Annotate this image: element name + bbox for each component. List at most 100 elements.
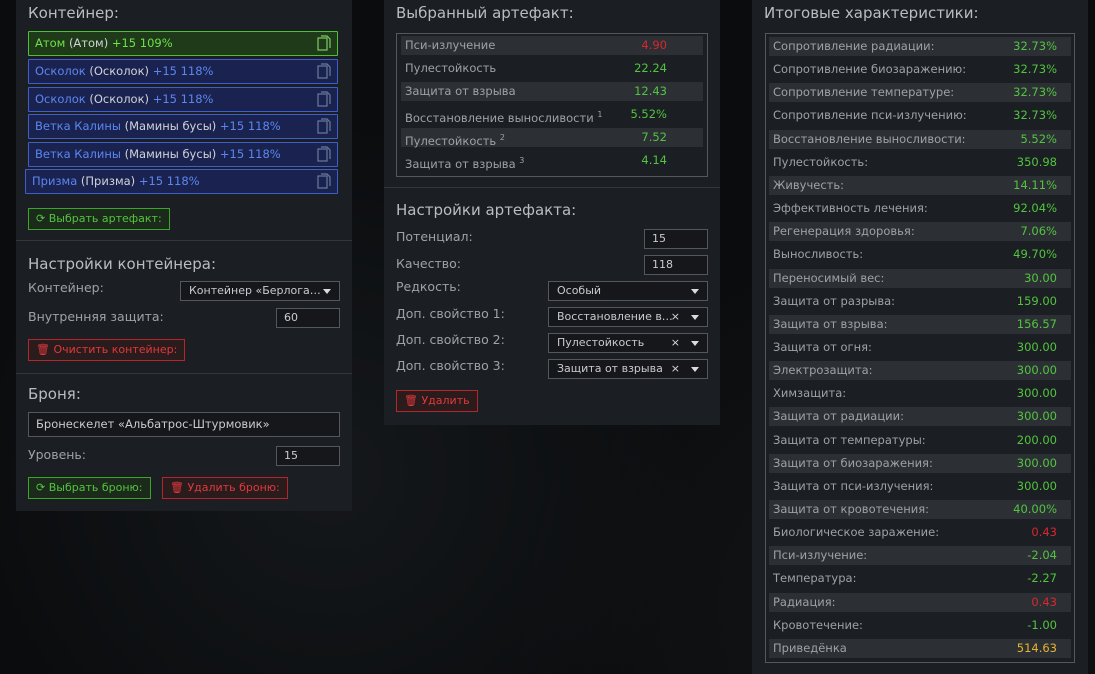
stat-value: 300.00	[1016, 455, 1057, 470]
stat-value: 30.00	[1024, 270, 1057, 285]
total-stat-row: Переносимый вес: 30.00	[769, 268, 1071, 288]
copy-icon[interactable]	[317, 118, 331, 134]
stat-label: Приведёнка	[773, 640, 847, 655]
total-stat-row: Защита от радиации: 300.00	[769, 407, 1071, 427]
copy-icon[interactable]	[317, 173, 331, 189]
stat-value: 4.14	[641, 153, 667, 167]
stat-value: -1.00	[1027, 617, 1057, 632]
total-stat-row: Сопротивление биозаражению: 32.73%	[769, 60, 1071, 79]
total-stat-row: Приведёнка 514.63	[769, 638, 1071, 658]
stat-value: 4.90	[641, 38, 667, 52]
chevron-down-icon	[691, 341, 699, 346]
stat-value: 300.00	[1016, 409, 1057, 424]
extra3-select[interactable]: Защита от взрыва ×	[548, 359, 708, 379]
clear-icon[interactable]: ×	[671, 308, 680, 326]
rarity-label: Редкость:	[396, 279, 461, 294]
stat-label: Защита от огня:	[773, 339, 872, 354]
totals-panel: Итоговые характеристики: Сопротивление р…	[752, 0, 1088, 674]
extra1-select[interactable]: Восстановление в… ×	[548, 307, 708, 327]
artifact-stat-row: Пулестойкость 22.24	[401, 59, 703, 78]
chevron-down-icon	[323, 289, 331, 294]
inner-protection-input[interactable]: 60	[276, 308, 340, 328]
stat-label: Защита от разрыва:	[773, 293, 896, 308]
rarity-select[interactable]: Особый	[548, 281, 708, 301]
stat-value: 32.73%	[1013, 39, 1057, 53]
slot-level: +15 118%	[219, 147, 281, 161]
stat-label: Защита от радиации:	[773, 409, 904, 424]
armor-name-field[interactable]: Бронескелет «Альбатрос-Штурмовик»	[28, 412, 340, 437]
artifact-stat-row: Пулестойкость 2 7.52	[401, 128, 703, 148]
artifact-stat-row: Восстановление выносливости 1 5.52%	[401, 105, 703, 125]
clear-icon[interactable]: ×	[671, 360, 680, 378]
artifact-slot[interactable]: Осколок (Осколок) +15 118%	[28, 87, 338, 112]
slot-name: Ветка Калины	[35, 147, 121, 161]
stat-label: Пулестойкость:	[773, 154, 869, 169]
stat-label: Восстановление выносливости:	[773, 131, 966, 146]
stat-label: Сопротивление биозаражению:	[773, 62, 967, 77]
container-select[interactable]: Контейнер «Берлога…	[180, 281, 340, 301]
stat-value: 159.00	[1016, 293, 1057, 308]
slot-level: +15 118%	[152, 64, 214, 78]
delete-artifact-button[interactable]: 🗑 Удалить	[396, 390, 478, 412]
total-stat-row: Восстановление выносливости: 5.52%	[769, 129, 1071, 149]
artifact-stat-row: Защита от взрыва 3 4.14	[401, 151, 703, 171]
stat-value: 514.63	[1016, 640, 1057, 655]
total-stat-row: Радиация: 0.43	[769, 592, 1071, 612]
slot-name: Атом	[35, 36, 66, 50]
clear-container-button[interactable]: 🗑 Очистить контейнер:	[28, 339, 186, 361]
stat-value: 5.52%	[630, 107, 667, 121]
artifact-slot[interactable]: Осколок (Осколок) +15 118%	[28, 59, 338, 84]
stat-label: Химзащита:	[773, 386, 847, 401]
stat-value: 32.73%	[1013, 108, 1057, 123]
stat-label: Сопротивление температуре:	[773, 85, 955, 100]
stat-label: Эффективность лечения:	[773, 201, 928, 216]
stat-value: 0.43	[1031, 594, 1057, 609]
stat-label: Температура:	[773, 571, 857, 586]
copy-icon[interactable]	[317, 63, 331, 79]
slot-sub: (Мамины бусы)	[124, 147, 217, 161]
stat-label: Восстановление выносливости 1	[405, 110, 603, 125]
slot-sub: (Атом)	[68, 36, 109, 50]
artifact-slot[interactable]: Призма (Призма) +15 118%	[25, 169, 338, 194]
copy-icon[interactable]	[317, 91, 331, 107]
stat-label: Пулестойкость 2	[405, 133, 505, 148]
stat-value: 49.70%	[1013, 247, 1057, 262]
quality-input[interactable]: 118	[644, 255, 708, 275]
clear-icon[interactable]: ×	[671, 334, 680, 352]
artifact-slot[interactable]: Атом (Атом) +15 109%	[28, 31, 338, 56]
stat-label: Выносливость:	[773, 247, 864, 262]
choose-artifact-button[interactable]: ⟳ Выбрать артефакт:	[28, 208, 170, 230]
stat-label: Электрозащита:	[773, 363, 873, 378]
stat-label: Защита от биозаражения:	[773, 455, 933, 470]
armor-level-input[interactable]: 15	[276, 446, 340, 466]
total-stat-row: Пси-излучение: -2.04	[769, 546, 1071, 566]
stat-label: Защита от взрыва	[405, 84, 516, 98]
delete-armor-button[interactable]: 🗑 Удалить броню:	[162, 477, 288, 499]
stat-value: 22.24	[634, 61, 667, 75]
stat-value: 12.43	[634, 84, 667, 98]
stat-label: Сопротивление радиации:	[773, 39, 935, 53]
stat-label: Биологическое заражение:	[773, 525, 940, 540]
quality-label: Качество:	[396, 256, 461, 271]
container-label: Контейнер:	[28, 280, 104, 295]
artifact-slot[interactable]: Ветка Калины (Мамины бусы) +15 118%	[28, 114, 338, 139]
potential-input[interactable]: 15	[644, 229, 708, 249]
stat-label: Живучесть:	[773, 177, 844, 192]
stat-value: 40.00%	[1013, 502, 1057, 516]
slot-level: +15 118%	[138, 174, 200, 188]
total-stat-row: Защита от взрыва: 156.57	[769, 314, 1071, 334]
stat-value: 300.00	[1016, 363, 1057, 378]
artifact-settings-title: Настройки артефакта:	[396, 201, 577, 219]
artifact-slot[interactable]: Ветка Калины (Мамины бусы) +15 118%	[28, 142, 338, 167]
chevron-down-icon	[691, 367, 699, 372]
container-settings-title: Настройки контейнера:	[28, 255, 217, 273]
trash-icon: 🗑	[170, 481, 184, 494]
refresh-icon: ⟳	[36, 212, 46, 225]
stat-value: 14.11%	[1013, 177, 1057, 192]
total-stat-row: Защита от огня: 300.00	[769, 338, 1071, 357]
choose-armor-button[interactable]: ⟳ Выбрать броню:	[28, 477, 151, 499]
extra2-select[interactable]: Пулестойкость ×	[548, 333, 708, 353]
extra2-label: Доп. свойство 2:	[396, 332, 505, 347]
copy-icon[interactable]	[317, 35, 331, 51]
copy-icon[interactable]	[317, 146, 331, 162]
